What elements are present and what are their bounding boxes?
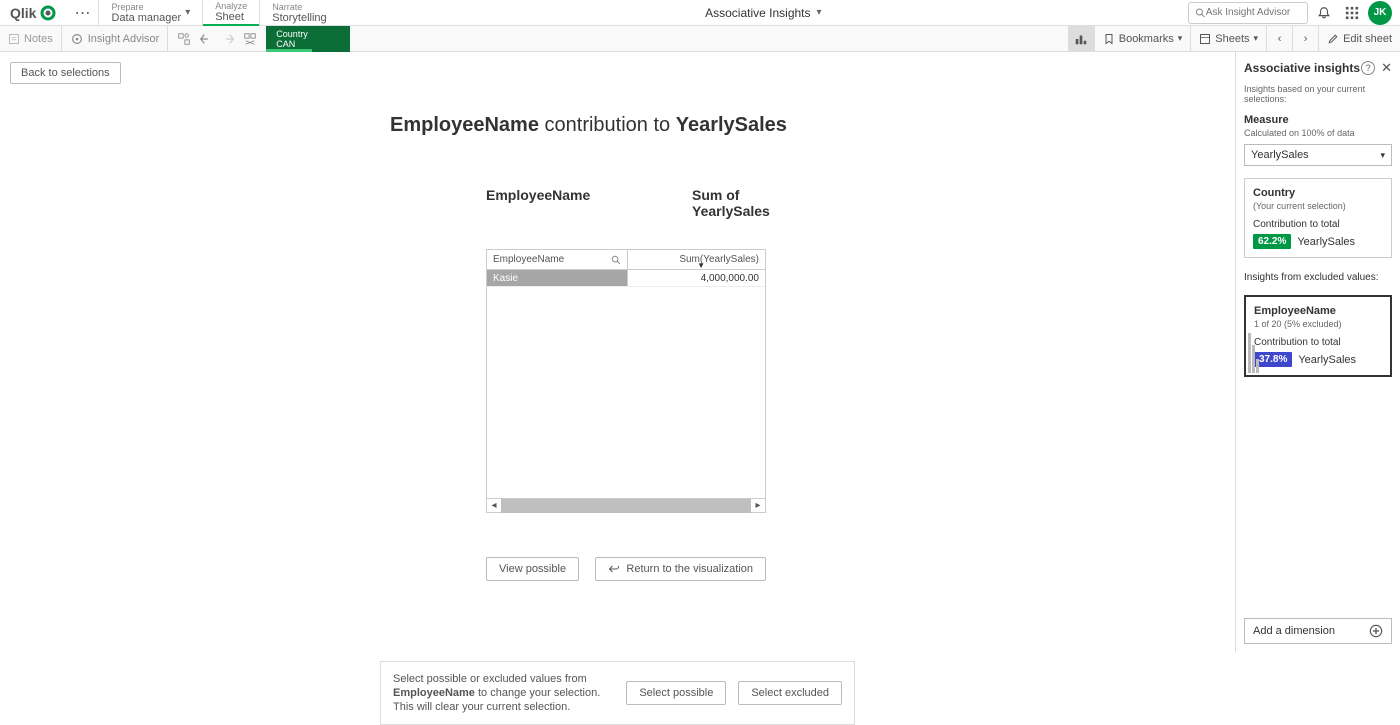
bookmarks-button[interactable]: Bookmarks ▾ (1094, 26, 1191, 52)
col-header-name: EmployeeName (486, 187, 628, 219)
table-hscroll[interactable]: ◂ ▸ (487, 498, 765, 512)
selection-tools (168, 29, 266, 49)
hint-text: Select possible or excluded values from … (393, 672, 614, 714)
search-field[interactable] (1206, 7, 1301, 18)
return-visualization-button[interactable]: Return to the visualization (595, 557, 766, 581)
plus-circle-icon (1369, 624, 1383, 638)
edit-sheet-button[interactable]: Edit sheet (1318, 26, 1400, 52)
associative-insights-panel: Associative insights ? ✕ Insights based … (1235, 52, 1400, 652)
associative-insights-toggle[interactable] (1068, 26, 1094, 52)
card-dim-sub: (Your current selection) (1253, 201, 1383, 211)
logo-text: Qlik (10, 5, 36, 21)
card-metric: YearlySales (1298, 354, 1356, 366)
add-dimension-button[interactable]: Add a dimension (1244, 618, 1392, 644)
close-icon[interactable]: ✕ (1381, 60, 1392, 76)
scroll-left-icon[interactable]: ◂ (487, 500, 501, 511)
return-icon (608, 563, 620, 575)
nav-analyze[interactable]: Analyze Sheet (203, 0, 259, 26)
sort-desc-icon: ▼ (697, 261, 705, 270)
selection-bar: Notes Insight Advisor Country CAN Bookma… (0, 26, 1400, 52)
data-table: EmployeeName Sum(YearlySales) ▼ Kasie 4,… (486, 249, 766, 513)
nav-analyze-big: Sheet (215, 11, 247, 23)
nav-prepare[interactable]: Prepare Data manager ▾ (99, 0, 202, 26)
table-head-value[interactable]: Sum(YearlySales) ▼ (628, 250, 765, 269)
card-contrib-label: Contribution to total (1253, 219, 1383, 230)
selection-field: Country (276, 29, 340, 39)
smart-search-icon[interactable] (174, 29, 194, 49)
back-to-selections-button[interactable]: Back to selections (10, 62, 121, 84)
qlik-icon (40, 5, 56, 21)
chevron-down-icon: ▾ (817, 7, 822, 18)
sheets-button[interactable]: Sheets ▾ (1190, 26, 1266, 52)
app-title: Associative Insights (705, 6, 810, 20)
col-header-value: Sum of YearlySales (628, 187, 766, 219)
excluded-label: Insights from excluded values: (1244, 272, 1392, 283)
selection-value: CAN (276, 39, 340, 49)
view-possible-button[interactable]: View possible (486, 557, 579, 581)
chevron-down-icon: ▾ (185, 7, 190, 18)
prev-sheet-button[interactable]: ‹ (1266, 26, 1292, 52)
nav-prepare-big: Data manager (111, 12, 181, 24)
sheets-icon (1199, 33, 1211, 45)
measure-label: Measure (1244, 114, 1392, 126)
table-body-empty (487, 286, 765, 498)
hint-bar: Select possible or excluded values from … (380, 661, 855, 725)
select-excluded-button[interactable]: Select excluded (738, 681, 842, 705)
cell-value: 4,000,000.00 (628, 270, 765, 286)
pct-badge: 62.2% (1253, 234, 1291, 249)
user-avatar[interactable]: JK (1368, 1, 1392, 25)
app-title-dropdown[interactable]: Associative Insights ▾ (339, 6, 1188, 20)
selection-tag-country[interactable]: Country CAN (266, 26, 350, 52)
panel-title: Associative insights (1244, 61, 1360, 75)
insight-card-country[interactable]: Country (Your current selection) Contrib… (1244, 178, 1392, 258)
card-metric: YearlySales (1297, 236, 1355, 248)
card-contrib-label: Contribution to total (1254, 337, 1382, 348)
chevron-down-icon: ▾ (1380, 150, 1385, 161)
scroll-track[interactable] (501, 499, 751, 513)
column-headers: EmployeeName Sum of YearlySales (486, 187, 766, 219)
bookmark-icon (1103, 33, 1115, 45)
table-head-name[interactable]: EmployeeName (487, 250, 628, 269)
insight-card-employeename[interactable]: EmployeeName 1 of 20 (5% excluded) Contr… (1244, 295, 1392, 377)
next-sheet-button[interactable]: › (1292, 26, 1318, 52)
card-dim-name: Country (1253, 187, 1383, 199)
scroll-right-icon[interactable]: ▸ (751, 500, 765, 511)
edit-icon (1327, 33, 1339, 45)
grid-icon[interactable] (1340, 1, 1364, 25)
nav-narrate-big: Storytelling (272, 12, 326, 24)
calc-on-text: Calculated on 100% of data (1244, 128, 1392, 138)
nav-analyze-small: Analyze (215, 1, 247, 11)
mini-bar-icon (1248, 333, 1260, 373)
card-dim-name: EmployeeName (1254, 305, 1382, 317)
search-input[interactable] (1188, 2, 1308, 24)
insight-advisor-button[interactable]: Insight Advisor (62, 26, 169, 52)
search-icon (1195, 7, 1206, 19)
notes-icon (8, 33, 20, 45)
clear-all-icon[interactable] (240, 29, 260, 49)
notes-button[interactable]: Notes (0, 26, 62, 52)
nav-prepare-small: Prepare (111, 2, 181, 12)
panel-subtitle: Insights based on your current selection… (1244, 84, 1392, 104)
card-dim-sub: 1 of 20 (5% excluded) (1254, 319, 1382, 329)
search-icon[interactable] (611, 255, 621, 265)
select-possible-button[interactable]: Select possible (626, 681, 726, 705)
step-back-icon[interactable] (196, 29, 216, 49)
page-title: EmployeeName contribution to YearlySales (390, 114, 1215, 137)
measure-select[interactable]: YearlySales ▾ (1244, 144, 1392, 166)
logo[interactable]: Qlik (0, 5, 66, 21)
advisor-icon (70, 32, 84, 46)
more-menu-icon[interactable]: ⋯ (66, 3, 98, 23)
nav-narrate-small: Narrate (272, 2, 326, 12)
chevron-down-icon: ▾ (1254, 33, 1259, 44)
nav-narrate[interactable]: Narrate Storytelling (260, 0, 338, 26)
step-forward-icon[interactable] (218, 29, 238, 49)
cell-name: Kasie (487, 270, 628, 286)
chevron-down-icon: ▾ (1178, 33, 1183, 44)
main: Back to selections EmployeeName contribu… (0, 52, 1400, 652)
help-icon[interactable]: ? (1361, 61, 1375, 75)
table-row[interactable]: Kasie 4,000,000.00 (487, 270, 765, 286)
top-bar: Qlik ⋯ Prepare Data manager ▾ Analyze Sh… (0, 0, 1400, 26)
notifications-icon[interactable] (1312, 1, 1336, 25)
